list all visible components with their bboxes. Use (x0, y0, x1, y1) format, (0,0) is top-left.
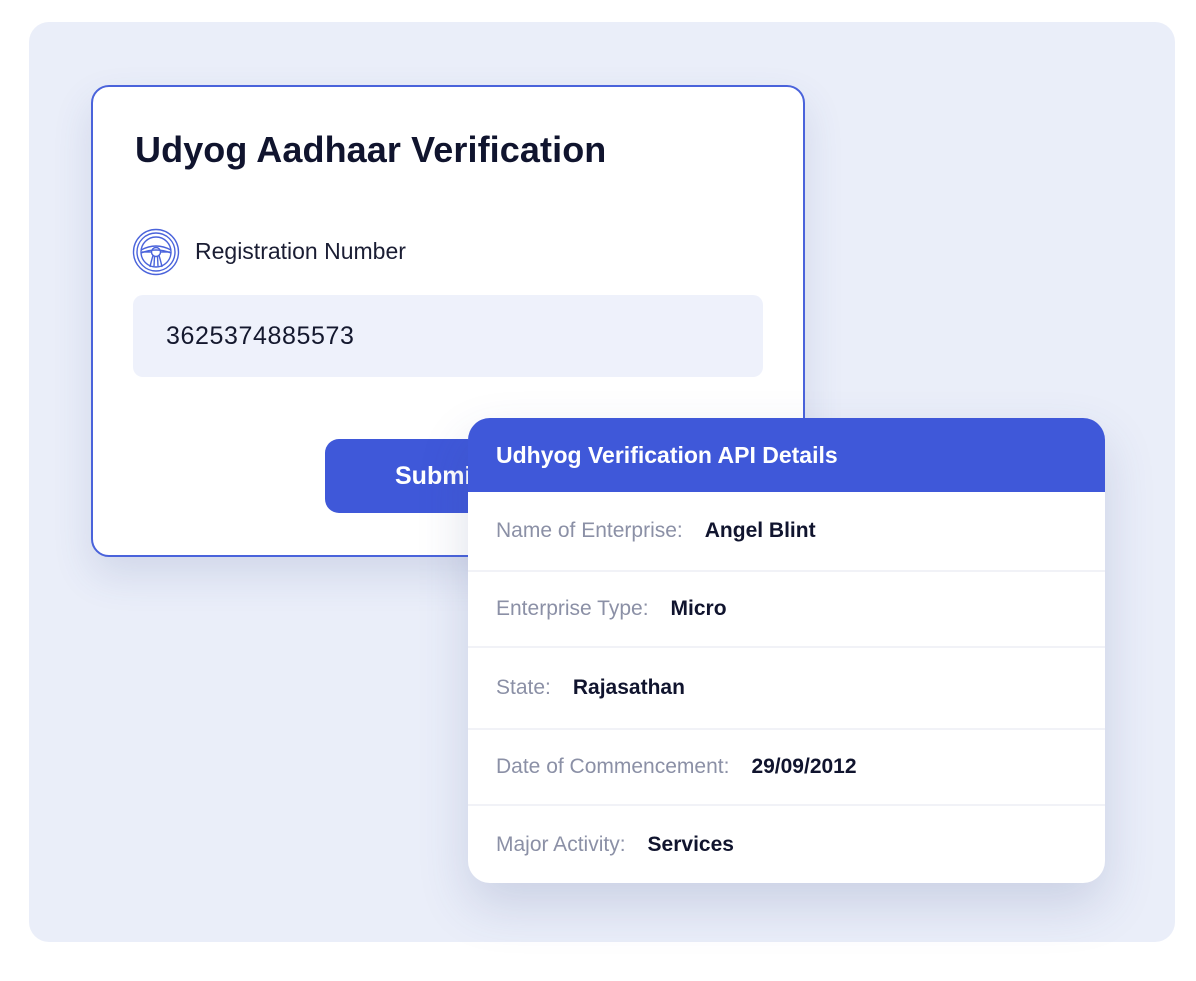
detail-row-state: State: Rajasathan (468, 648, 1105, 730)
form-title: Udyog Aadhaar Verification (135, 129, 607, 170)
detail-row-enterprise-type: Enterprise Type: Micro (468, 572, 1105, 648)
detail-row-enterprise-name: Name of Enterprise: Angel Blint (468, 492, 1105, 572)
detail-value: 29/09/2012 (751, 755, 857, 778)
detail-value: Angel Blint (704, 519, 816, 542)
details-header: Udhyog Verification API Details (468, 418, 1105, 492)
api-details-card: Udhyog Verification API Details Name of … (468, 418, 1105, 883)
detail-label: Name of Enterprise: (496, 519, 683, 542)
detail-row-commencement-date: Date of Commencement: 29/09/2012 (468, 730, 1105, 806)
detail-value: Micro (670, 597, 727, 620)
detail-value: Rajasathan (572, 676, 685, 699)
registration-number-label: Registration Number (195, 238, 406, 264)
detail-row-major-activity: Major Activity: Services (468, 806, 1105, 883)
registration-number-input[interactable] (133, 295, 763, 377)
detail-label: State: (496, 676, 551, 699)
detail-label: Enterprise Type: (496, 597, 649, 620)
detail-label: Major Activity: (496, 832, 626, 856)
steering-wheel-icon (132, 228, 180, 276)
detail-value: Services (647, 832, 734, 856)
detail-label: Date of Commencement: (496, 755, 730, 778)
